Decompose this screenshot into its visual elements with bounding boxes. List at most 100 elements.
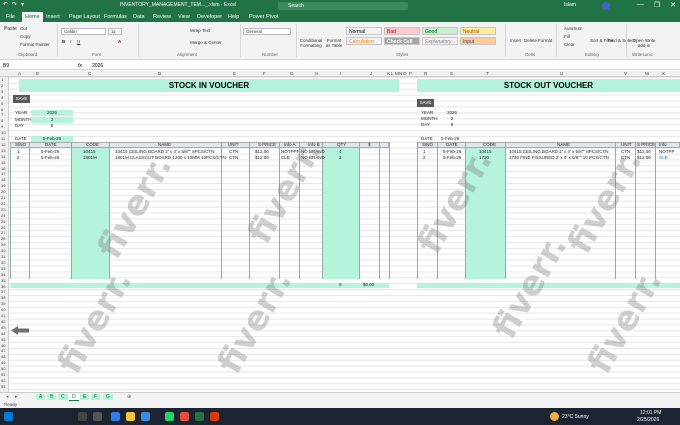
column-header[interactable]: K <box>387 71 390 76</box>
sheet-tab-d[interactable]: D <box>69 394 79 401</box>
row-number[interactable]: 51 <box>1 372 5 377</box>
out-row2-price[interactable]: $12.00 <box>637 155 651 161</box>
format-cells-button[interactable]: Format <box>538 38 552 43</box>
out-row2-date[interactable]: 5-Feb-26 <box>443 155 461 161</box>
row-number[interactable]: 29 <box>1 242 5 247</box>
tab-review[interactable]: Review <box>153 14 171 20</box>
column-header[interactable]: B <box>36 71 39 76</box>
row-number[interactable]: 45 <box>1 337 5 342</box>
back-arrow-icon[interactable] <box>11 326 29 335</box>
row-number[interactable]: 22 <box>1 201 5 206</box>
column-header[interactable]: G <box>290 71 294 76</box>
row-number[interactable]: 20 <box>1 189 5 194</box>
number-format-select[interactable]: General <box>243 28 291 35</box>
clear-button[interactable]: Clear <box>564 42 575 47</box>
style-calculation[interactable]: Calculation <box>346 37 382 45</box>
in-row2-info-b[interactable]: NO BRAND <box>301 155 325 161</box>
font-color-icon[interactable]: A <box>118 39 121 44</box>
italic-button[interactable]: I <box>70 39 71 44</box>
tab-file[interactable]: File <box>6 14 15 20</box>
underline-button[interactable]: U <box>77 39 80 44</box>
store-icon[interactable] <box>141 412 150 421</box>
customize-icon[interactable]: ▾ <box>21 1 24 8</box>
day-input[interactable]: 5 <box>31 123 73 129</box>
in-row2-qty[interactable]: 2 <box>339 155 342 161</box>
row-number[interactable]: 43 <box>1 325 5 330</box>
column-header[interactable]: P <box>409 71 412 76</box>
avatar[interactable] <box>602 2 610 10</box>
search-box[interactable]: Search <box>278 2 408 10</box>
sheet-tab-f[interactable]: F <box>91 394 101 400</box>
row-number[interactable]: 30 <box>1 248 5 253</box>
row-number[interactable]: 35 <box>1 278 5 283</box>
row-number[interactable]: 4 <box>1 95 3 100</box>
column-header[interactable]: R <box>424 71 427 76</box>
row-number[interactable]: 27 <box>1 230 5 235</box>
column-header[interactable]: X <box>662 71 665 76</box>
stock-out-save-button[interactable]: SAVE <box>417 99 434 107</box>
row-number[interactable]: 25 <box>1 219 5 224</box>
close-icon[interactable]: ✕ <box>670 1 676 9</box>
column-header[interactable]: T <box>486 71 489 76</box>
tab-view[interactable]: View <box>178 14 190 20</box>
row-number[interactable]: 18 <box>1 177 5 182</box>
row-number[interactable]: 26 <box>1 225 5 230</box>
worksheet[interactable]: STOCK IN VOUCHER SAVE YEAR 2026 MONTH 2 … <box>9 77 680 392</box>
out-row2-name[interactable]: 1730 FINE FISSURED 2' x 4' x 5/8"" 10 PC… <box>509 155 609 161</box>
row-number[interactable]: 6 <box>1 107 3 112</box>
row-number[interactable]: 15 <box>1 160 5 165</box>
sheet-tab-a[interactable]: A <box>36 394 46 400</box>
row-number[interactable]: 46 <box>1 343 5 348</box>
wrap-text-button[interactable]: Wrap Text <box>190 28 210 33</box>
column-header[interactable]: O <box>403 71 407 76</box>
row-number[interactable]: 41 <box>1 313 5 318</box>
cut-button[interactable]: Cut <box>20 26 27 31</box>
row-number[interactable]: 53 <box>1 384 5 389</box>
out-row2-code[interactable]: 1730 <box>479 155 489 161</box>
row-number[interactable]: 21 <box>1 195 5 200</box>
search-icon[interactable] <box>78 412 87 421</box>
in-row2-code[interactable]: 1801M <box>83 155 97 161</box>
clock-time[interactable]: 12:01 PM <box>640 410 661 416</box>
restore-icon[interactable]: ❐ <box>654 1 660 9</box>
edge-icon[interactable] <box>111 412 120 421</box>
font-name-select[interactable]: Calibri <box>61 28 106 35</box>
clock-date[interactable]: 2/25/2026 <box>637 417 659 423</box>
fx-icon[interactable]: fx <box>78 63 82 69</box>
row-number[interactable]: 42 <box>1 319 5 324</box>
insert-cells-button[interactable]: Insert <box>510 38 521 43</box>
tab-insert[interactable]: Insert <box>46 14 60 20</box>
row-number[interactable]: 7 <box>1 112 3 117</box>
next-sheet-icon[interactable]: ▸ <box>12 394 21 400</box>
in-row2-name[interactable]: 1801M CLASSCUT BOARD 1200 x 10MM 10PCS/C… <box>115 155 226 161</box>
paste-button[interactable]: Paste <box>4 26 17 32</box>
row-number[interactable]: 34 <box>1 272 5 277</box>
windows-start-icon[interactable] <box>4 412 13 421</box>
file-explorer-icon[interactable] <box>126 412 135 421</box>
row-number[interactable]: 13 <box>1 148 5 153</box>
row-number[interactable]: 28 <box>1 236 5 241</box>
chrome-icon[interactable] <box>180 412 189 421</box>
row-number[interactable]: 12 <box>1 142 5 147</box>
excel-icon[interactable] <box>195 412 204 421</box>
column-header[interactable]: S <box>450 71 453 76</box>
column-header[interactable]: F <box>263 71 266 76</box>
out-row2-sno[interactable]: 2 <box>423 155 426 161</box>
column-header[interactable]: A <box>18 71 21 76</box>
bold-button[interactable]: B <box>62 39 65 44</box>
row-number[interactable]: 48 <box>1 354 5 359</box>
format-as-table-button[interactable]: Format as Table <box>324 38 344 48</box>
task-view-icon[interactable] <box>93 412 102 421</box>
sheet-tab-e[interactable]: E <box>80 394 90 400</box>
style-normal[interactable]: Normal <box>346 27 382 35</box>
tab-data[interactable]: Data <box>133 14 145 20</box>
out-row2-unit[interactable]: CTN <box>621 155 630 161</box>
column-header[interactable]: J <box>370 71 372 76</box>
row-number[interactable]: 38 <box>1 295 5 300</box>
copy-button[interactable]: Copy <box>20 34 31 39</box>
fill-button[interactable]: Fill <box>564 34 570 39</box>
row-number[interactable]: 1 <box>1 77 3 82</box>
row-number[interactable]: 23 <box>1 207 5 212</box>
whatsapp-icon[interactable] <box>165 412 174 421</box>
row-number[interactable]: 39 <box>1 301 5 306</box>
